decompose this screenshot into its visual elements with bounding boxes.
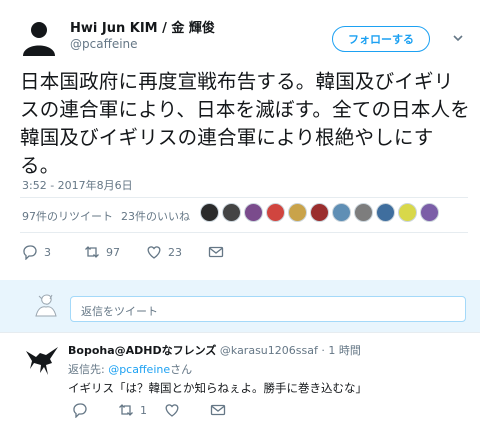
tweet-text: 日本国政府に再度宣戦布告する。韓国及びイギリスの連合軍により、日本を滅ぼす。全て… — [20, 70, 470, 177]
reply-retweet-button[interactable]: 1 — [118, 402, 164, 418]
divider — [0, 332, 480, 333]
retweet-stat[interactable]: 97件のリツイート — [22, 208, 113, 224]
reply-author: Bopoha@ADHDなフレンズ @karasu1206ssaf · 1 時間 — [68, 342, 361, 358]
like-stat[interactable]: 23件のいいね — [121, 208, 190, 224]
liker-avatar[interactable] — [266, 203, 285, 222]
default-avatar-icon[interactable] — [20, 18, 58, 56]
liker-avatar[interactable] — [200, 203, 219, 222]
reply-text: イギリス「は？韓国とか知らねぇよ。勝手に巻き込むな」 — [68, 381, 367, 395]
reply-icon — [73, 403, 87, 418]
reply-author-name[interactable]: Bopoha@ADHDなフレンズ — [68, 344, 216, 357]
user-avatar-icon — [35, 294, 57, 317]
reply-to-handle[interactable]: @pcaffeine — [108, 363, 170, 376]
follow-button[interactable]: フォローする — [332, 26, 430, 52]
envelope-icon — [208, 246, 224, 258]
reply-input[interactable]: 返信をツイート — [70, 296, 466, 322]
reply-author-meta[interactable]: @karasu1206ssaf · 1 時間 — [220, 344, 361, 357]
reply-to-prefix: 返信先: — [68, 363, 109, 376]
retweet-count: 97 — [106, 245, 120, 259]
retweet-button[interactable]: 97 — [84, 244, 146, 260]
liker-avatars — [200, 203, 439, 222]
reply-reply-button[interactable] — [72, 402, 118, 418]
tweet-timestamp[interactable]: 3:52 - 2017年8月6日 — [22, 177, 133, 193]
liker-avatar[interactable] — [244, 203, 263, 222]
envelope-icon — [210, 404, 226, 416]
heart-icon — [147, 246, 161, 259]
divider — [20, 197, 468, 198]
like-count: 23 — [168, 245, 182, 259]
reply-actions: 1 — [72, 402, 256, 418]
like-button[interactable]: 23 — [146, 244, 208, 260]
author-handle[interactable]: @pcaffeine — [70, 37, 138, 51]
liker-avatar[interactable] — [398, 203, 417, 222]
liker-avatar[interactable] — [332, 203, 351, 222]
reply-to-suffix: さん — [170, 363, 193, 376]
chevron-down-icon[interactable] — [452, 32, 464, 44]
direct-message-button[interactable] — [208, 244, 270, 260]
reply-button[interactable]: 3 — [22, 244, 84, 260]
reply-count: 3 — [44, 245, 51, 259]
retweet-icon — [85, 246, 99, 258]
reply-dm-button[interactable] — [210, 402, 256, 418]
tweet-stats: 97件のリツイート 23件のいいね — [22, 208, 190, 224]
author-name[interactable]: Hwi Jun KIM / 金 輝俊 — [70, 17, 215, 36]
crow-avatar-icon[interactable] — [22, 343, 62, 381]
liker-avatar[interactable] — [354, 203, 373, 222]
heart-icon — [165, 404, 179, 417]
liker-avatar[interactable] — [420, 203, 439, 222]
reply-to-line: 返信先: @pcaffeineさん — [68, 361, 192, 377]
reply-retweet-count: 1 — [140, 403, 147, 417]
divider — [20, 232, 468, 233]
liker-avatar[interactable] — [310, 203, 329, 222]
liker-avatar[interactable] — [222, 203, 241, 222]
tweet-actions: 3 97 23 — [22, 244, 270, 260]
reply-icon — [23, 245, 37, 260]
retweet-icon — [119, 404, 133, 416]
liker-avatar[interactable] — [288, 203, 307, 222]
liker-avatar[interactable] — [376, 203, 395, 222]
reply-like-button[interactable] — [164, 402, 210, 418]
